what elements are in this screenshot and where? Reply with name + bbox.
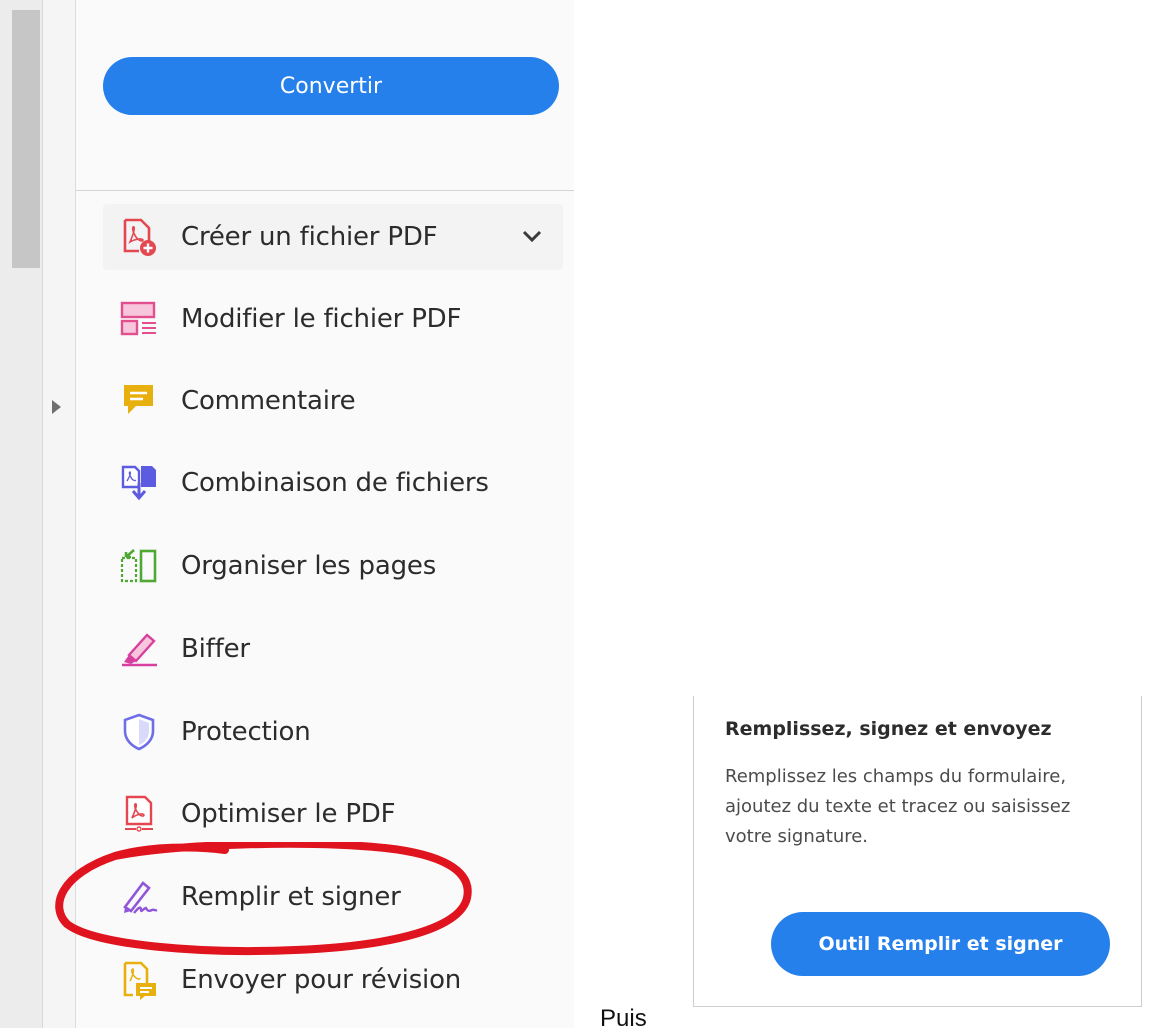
tool-comment[interactable]: Commentaire — [103, 368, 563, 434]
tool-label: Organiser les pages — [181, 551, 437, 581]
scrollbar-thumb[interactable] — [12, 10, 40, 268]
fill-sign-card: Remplissez, signez et envoyez Remplissez… — [693, 696, 1142, 1007]
convert-button[interactable]: Convertir — [103, 57, 559, 115]
fill-sign-icon — [119, 877, 159, 917]
comment-icon — [119, 381, 159, 421]
tool-label: Modifier le fichier PDF — [181, 304, 462, 334]
card-title: Remplissez, signez et envoyez — [725, 718, 1052, 740]
tool-protection[interactable]: Protection — [103, 699, 563, 765]
puis-text: Puis — [600, 1005, 647, 1032]
tool-label: Combinaison de fichiers — [181, 468, 489, 498]
tool-label: Protection — [181, 717, 311, 747]
send-review-icon — [119, 960, 159, 1000]
expand-arrow-icon[interactable] — [52, 400, 61, 414]
fill-sign-tool-button[interactable]: Outil Remplir et signer — [771, 912, 1110, 976]
tool-label: Biffer — [181, 634, 250, 664]
tool-fill-sign[interactable]: Remplir et signer — [103, 864, 563, 930]
tool-send-review[interactable]: Envoyer pour révision — [103, 947, 563, 1013]
tool-label: Envoyer pour révision — [181, 965, 462, 995]
organize-pages-icon — [119, 546, 159, 586]
tool-optimize-pdf[interactable]: Optimiser le PDF — [103, 781, 563, 847]
tool-label: Créer un fichier PDF — [181, 222, 438, 252]
chevron-down-icon[interactable] — [521, 225, 543, 247]
tool-redact[interactable]: Biffer — [103, 616, 563, 682]
tool-label: Remplir et signer — [181, 882, 401, 912]
tool-create-pdf[interactable]: Créer un fichier PDF — [103, 204, 563, 270]
card-description: Remplissez les champs du formulaire, ajo… — [725, 766, 1071, 847]
scrollbar[interactable] — [0, 0, 43, 1028]
edit-pdf-icon — [119, 299, 159, 339]
tool-combine-files[interactable]: Combinaison de fichiers — [103, 450, 563, 516]
tool-edit-pdf[interactable]: Modifier le fichier PDF — [103, 286, 563, 352]
optimize-pdf-icon — [119, 794, 159, 834]
tools-panel: Convertir Créer un fichier PDF Modifier … — [76, 0, 574, 1028]
tool-label: Optimiser le PDF — [181, 799, 396, 829]
tool-label: Commentaire — [181, 386, 356, 416]
divider — [76, 190, 574, 191]
panel-collapse-strip — [43, 0, 76, 1028]
tool-organize-pages[interactable]: Organiser les pages — [103, 533, 563, 599]
shield-icon — [119, 712, 159, 752]
create-pdf-icon — [119, 217, 159, 257]
combine-files-icon — [119, 463, 159, 503]
redact-icon — [119, 629, 159, 669]
